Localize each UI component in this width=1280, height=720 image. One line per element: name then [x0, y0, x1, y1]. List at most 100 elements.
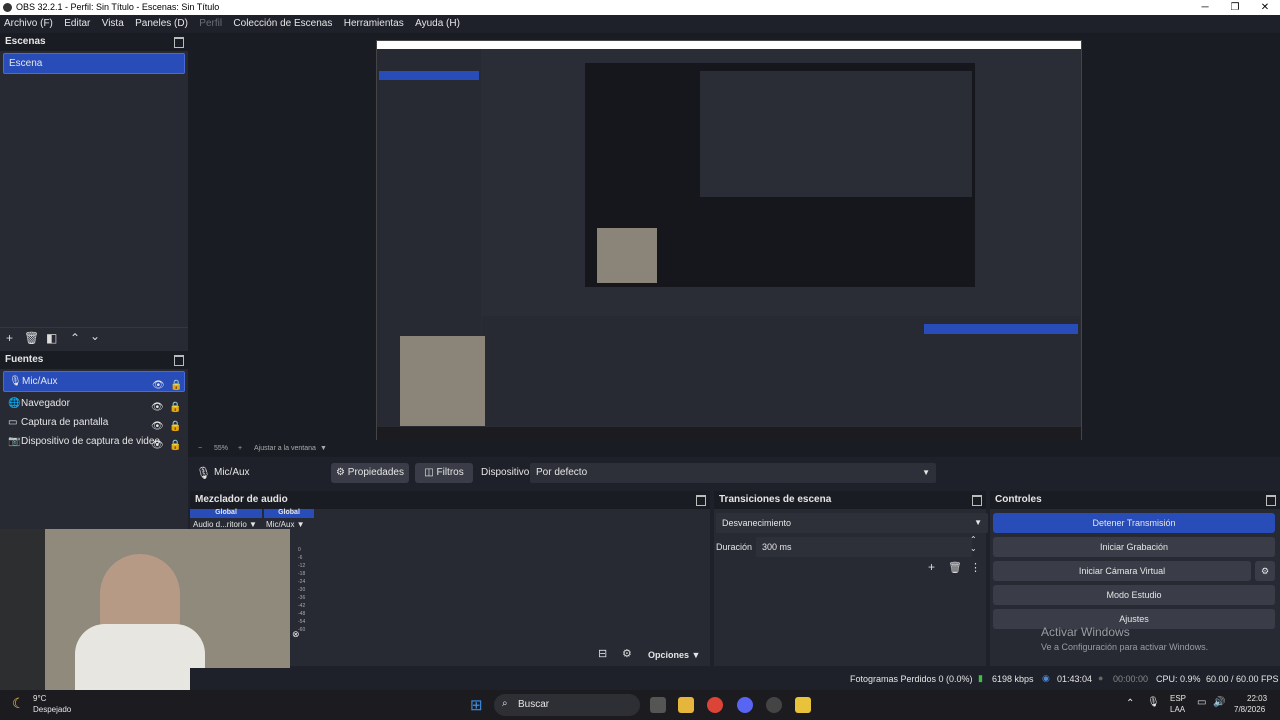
window-title: OBS 32.2.1 - Perfil: Sin Título - Escena…	[16, 2, 220, 12]
scenes-toolbar: + 🗑 ◧ ⌃ ⌄	[0, 327, 188, 349]
task-view-icon[interactable]	[650, 697, 666, 713]
stop-streaming-button[interactable]: Detener Transmisión	[993, 513, 1275, 533]
obs-icon[interactable]	[766, 697, 782, 713]
remove-scene-icon[interactable]: 🗑	[24, 331, 39, 345]
source-item-dispositivo[interactable]: 📷 Dispositivo de captura de video 👁 🔒	[3, 432, 185, 451]
channel-header-global: Global	[190, 509, 262, 518]
volume-meter-scale: 0 -6 -12 -18 -24 -30 -36 -42 -48 -54 -60	[298, 547, 306, 633]
discord-icon[interactable]	[737, 697, 753, 713]
undock-icon[interactable]	[174, 37, 184, 48]
menu-editar[interactable]: Editar	[60, 15, 94, 33]
menu-coleccion[interactable]: Colección de Escenas	[229, 15, 336, 33]
nested-taskbar	[377, 427, 1081, 440]
sources-title: Fuentes	[0, 351, 188, 369]
monitor-icon: ▭	[8, 417, 18, 428]
transition-menu-icon[interactable]: ⋮	[970, 561, 981, 574]
nested-docks	[482, 316, 1080, 426]
virtual-camera-settings-icon[interactable]: ⚙	[1255, 561, 1275, 581]
scene-filters-icon[interactable]: ◧	[46, 331, 57, 345]
scene-item[interactable]: Escena	[3, 53, 185, 74]
sources-dock: Fuentes 🎙 Mic/Aux 👁 🔒 🌐 Navegador 👁 🔒 ▭ …	[0, 351, 188, 531]
mixer-layout-icon[interactable]: ⊟	[598, 647, 607, 660]
move-down-icon[interactable]: ⌄	[90, 329, 100, 343]
undock-icon[interactable]	[174, 355, 184, 366]
advanced-audio-icon[interactable]: ⚙	[622, 647, 632, 660]
menu-archivo[interactable]: Archivo (F)	[0, 15, 57, 33]
menu-herramientas[interactable]: Herramientas	[340, 15, 408, 33]
menu-perfil[interactable]: Perfil	[195, 15, 226, 33]
studio-mode-button[interactable]: Modo Estudio	[993, 585, 1275, 605]
zoom-level: 55%	[214, 445, 229, 452]
stream-time: 01:43:04	[1057, 674, 1093, 684]
microphone-icon[interactable]: 🎙	[1147, 697, 1160, 708]
mixer-options-button[interactable]: Opciones ▼	[648, 650, 700, 660]
settings-button[interactable]: Ajustes	[993, 609, 1275, 629]
weather-desc[interactable]: Despejado	[33, 705, 71, 714]
fit-window-select[interactable]: Ajustar a la ventana	[254, 445, 316, 452]
start-recording-button[interactable]: Iniciar Grabación	[993, 537, 1275, 557]
maximize-button[interactable]: ❐	[1220, 0, 1250, 15]
weather-temp[interactable]: 9°C	[33, 694, 46, 703]
preview-area[interactable]	[188, 33, 1280, 443]
zoom-out-button[interactable]: −	[198, 445, 202, 452]
language-primary[interactable]: ESP	[1170, 694, 1186, 703]
channel-name-desktop[interactable]: Audio d...ritorio ▼	[193, 520, 257, 529]
channel-header-global: Global	[264, 509, 314, 518]
undock-icon[interactable]	[1266, 495, 1276, 506]
start-virtual-camera-button[interactable]: Iniciar Cámara Virtual	[993, 561, 1251, 581]
file-explorer-icon[interactable]	[678, 697, 694, 713]
search-icon: ⌕	[502, 698, 508, 709]
signal-bars-icon: ▮	[978, 673, 983, 683]
chrome-icon[interactable]	[707, 697, 723, 713]
activate-windows-subtitle: Ve a Configuración para activar Windows.	[1041, 642, 1209, 652]
visibility-eye-icon[interactable]: 👁	[152, 376, 165, 395]
add-scene-icon[interactable]: +	[6, 331, 13, 345]
scenes-dock: Escenas Escena + 🗑 ◧ ⌃ ⌄	[0, 33, 188, 351]
menu-ayuda[interactable]: Ayuda (H)	[411, 15, 464, 33]
properties-button[interactable]: ⚙ Propiedades	[331, 463, 409, 483]
menu-vista[interactable]: Vista	[98, 15, 128, 33]
minimize-button[interactable]: ─	[1190, 0, 1220, 15]
move-up-icon[interactable]: ⌃	[70, 331, 80, 345]
fps: 60.00 / 60.00 FPS	[1206, 674, 1279, 684]
volume-icon[interactable]: 🔊	[1213, 697, 1225, 708]
source-toolbar: 🎙 Mic/Aux ⚙ Propiedades ◫ Filtros Dispos…	[188, 461, 1280, 485]
recording-icon: ●	[1098, 673, 1104, 683]
windows-start-icon[interactable]: ⊞	[470, 696, 483, 714]
lock-icon[interactable]: 🔒	[170, 376, 182, 395]
device-select[interactable]: Por defecto ▼	[530, 463, 936, 483]
pinned-app-icon[interactable]	[795, 697, 811, 713]
filters-button[interactable]: ◫ Filtros	[415, 463, 473, 483]
controls-title: Controles	[990, 491, 1280, 509]
channel-name-mic[interactable]: Mic/Aux ▼	[266, 520, 305, 529]
language-secondary[interactable]: LAA	[1170, 705, 1185, 714]
clock-time[interactable]: 22:03	[1247, 694, 1267, 703]
menu-paneles[interactable]: Paneles (D)	[131, 15, 192, 33]
bitrate: 6198 kbps	[992, 674, 1034, 684]
preview-zoom-bar: − 55% + Ajustar a la ventana ▼	[188, 443, 1280, 457]
duration-stepper[interactable]: ⌃ ⌄	[970, 535, 977, 553]
controls-dock: Controles Detener Transmisión Iniciar Gr…	[990, 491, 1280, 666]
visibility-eye-icon[interactable]: 👁	[151, 436, 164, 455]
mute-icon[interactable]: ⊗	[292, 629, 300, 640]
source-item-mic[interactable]: 🎙 Mic/Aux 👁 🔒	[3, 371, 185, 392]
source-item-navegador[interactable]: 🌐 Navegador 👁 🔒	[3, 394, 185, 413]
undock-icon[interactable]	[696, 495, 706, 506]
clock-date[interactable]: 7/8/2026	[1234, 705, 1265, 714]
add-transition-icon[interactable]: +	[928, 560, 935, 574]
cpu-usage: CPU: 0.9%	[1156, 674, 1201, 684]
source-item-captura[interactable]: ▭ Captura de pantalla 👁 🔒	[3, 413, 185, 432]
chevron-up-icon[interactable]: ⌃	[1126, 698, 1134, 709]
lock-icon[interactable]: 🔒	[169, 436, 181, 455]
transition-select[interactable]: Desvanecimiento ▼	[716, 513, 988, 533]
close-button[interactable]: ✕	[1250, 0, 1280, 15]
recording-time: 00:00:00	[1113, 674, 1149, 684]
zoom-in-button[interactable]: +	[238, 445, 242, 452]
taskbar-search[interactable]: ⌕ Buscar	[494, 694, 640, 716]
remove-transition-icon[interactable]: 🗑	[948, 561, 962, 574]
network-icon[interactable]: ▭	[1197, 697, 1206, 708]
undock-icon[interactable]	[972, 495, 982, 506]
duration-input[interactable]: 300 ms	[756, 537, 972, 557]
moon-weather-icon: ☾	[12, 695, 25, 711]
chevron-down-icon[interactable]: ▼	[320, 445, 327, 452]
